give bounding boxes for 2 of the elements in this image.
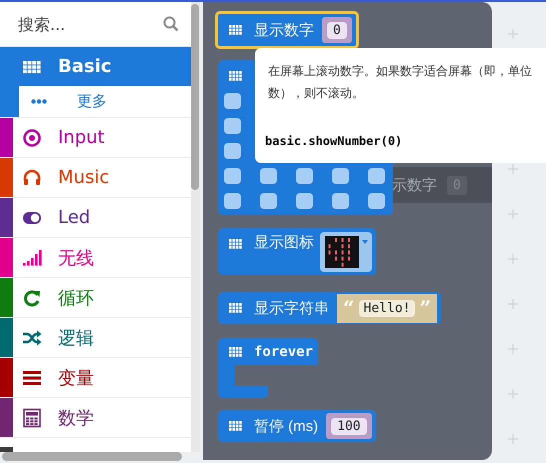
code-snippet: basic.showNumber(0) <box>265 134 404 148</box>
tooltip-text: 在屏幕上滚动数字。如果数字适合屏幕（即，单位数），则不滚动。 <box>268 63 533 102</box>
